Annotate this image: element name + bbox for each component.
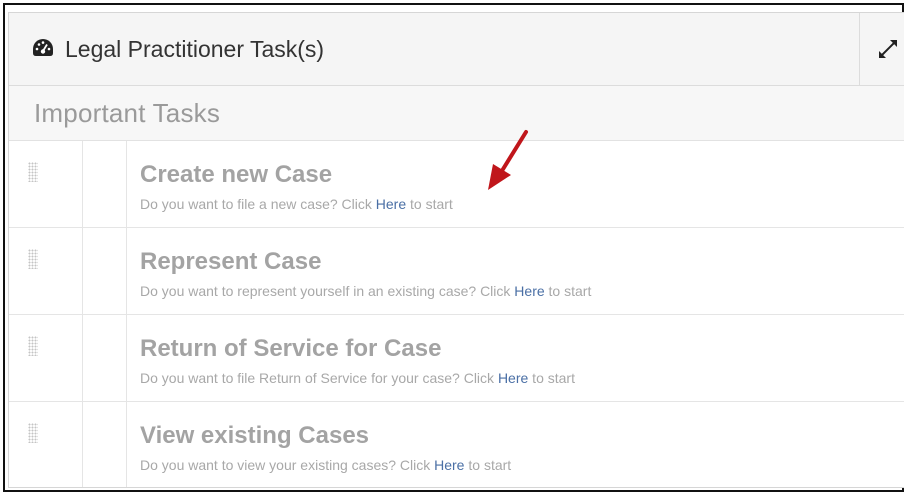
drag-handle-icon[interactable] (28, 249, 38, 269)
view-cases-here-link[interactable]: Here (434, 457, 464, 473)
return-of-service-here-link[interactable]: Here (498, 370, 528, 386)
task-title: Represent Case (140, 248, 322, 275)
task-list: Create new Case Do you want to file a ne… (9, 141, 904, 487)
create-case-here-link[interactable]: Here (376, 196, 406, 212)
task-desc-suffix: to start (528, 370, 575, 386)
section-header: Important Tasks (9, 86, 904, 141)
column-divider (126, 315, 127, 401)
header-divider (859, 13, 860, 85)
column-divider (82, 228, 83, 314)
column-divider (82, 402, 83, 487)
task-desc-text: Do you want to view your existing cases?… (140, 457, 435, 473)
column-divider (126, 141, 127, 227)
task-desc-suffix: to start (544, 283, 592, 299)
task-desc-suffix: to start (406, 196, 453, 212)
task-desc-text: Do you want to represent yourself in an … (140, 283, 515, 299)
panel-title: Legal Practitioner Task(s) (65, 36, 325, 62)
task-row-create-case: Create new Case Do you want to file a ne… (9, 141, 904, 228)
task-desc-text: Do you want to file a new case? Click (140, 196, 376, 212)
column-divider (82, 315, 83, 401)
task-row-view-cases: View existing Cases Do you want to view … (9, 402, 904, 487)
column-divider (126, 402, 127, 487)
tasks-panel: Legal Practitioner Task(s) Important Tas… (8, 12, 904, 488)
drag-handle-icon[interactable] (28, 162, 38, 182)
column-divider (82, 141, 83, 227)
drag-handle-icon[interactable] (28, 336, 38, 356)
task-description: Do you want to view your existing cases?… (140, 456, 511, 474)
task-desc-suffix: to start (464, 457, 512, 473)
column-divider (126, 228, 127, 314)
drag-handle-icon[interactable] (28, 423, 38, 443)
represent-case-here-link[interactable]: Here (514, 283, 544, 299)
section-title: Important Tasks (34, 98, 221, 128)
task-description: Do you want to represent yourself in an … (140, 282, 591, 300)
task-description: Do you want to file a new case? Click He… (140, 195, 453, 213)
dashboard-icon (33, 39, 53, 56)
task-row-return-of-service: Return of Service for Case Do you want t… (9, 315, 904, 402)
task-title: Create new Case (140, 161, 333, 188)
task-row-represent-case: Represent Case Do you want to represent … (9, 228, 904, 315)
task-title: Return of Service for Case (140, 335, 442, 362)
expand-icon[interactable] (874, 35, 902, 63)
task-description: Do you want to file Return of Service fo… (140, 369, 575, 387)
task-title: View existing Cases (140, 422, 370, 449)
panel-header: Legal Practitioner Task(s) (9, 13, 904, 86)
task-desc-text: Do you want to file Return of Service fo… (140, 370, 498, 386)
